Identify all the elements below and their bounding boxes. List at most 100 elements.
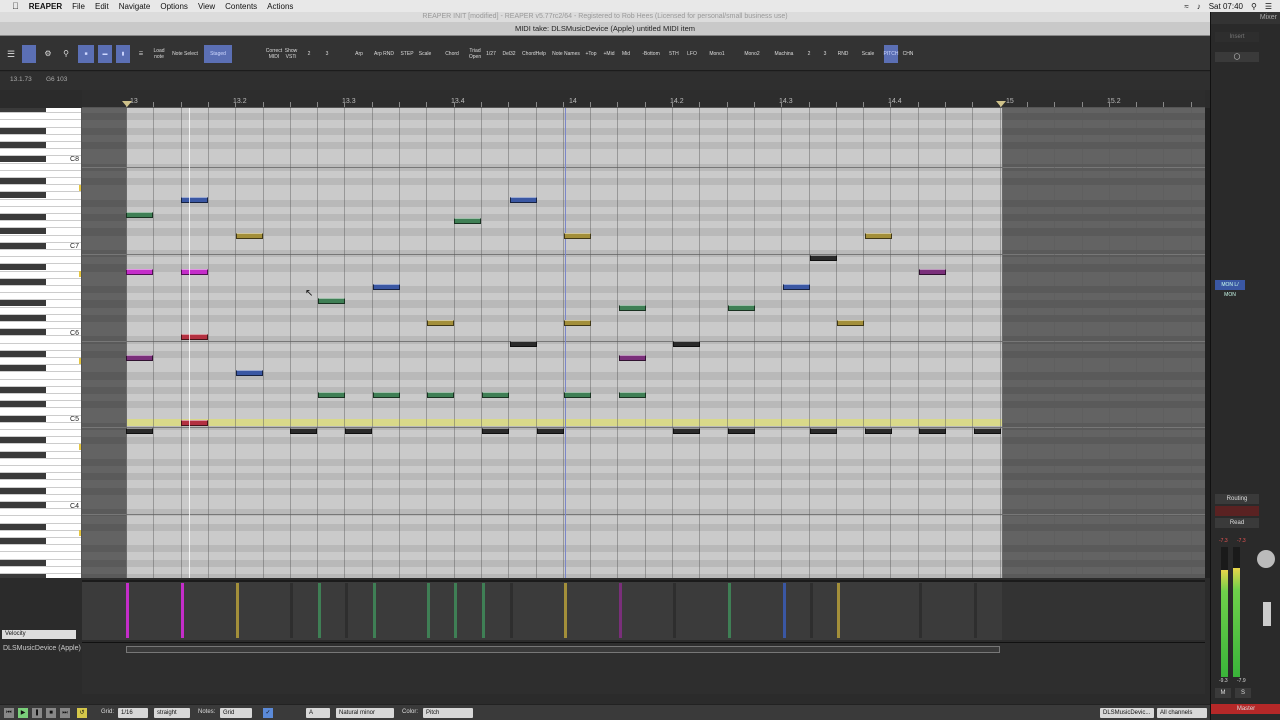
piano-key[interactable] <box>0 120 81 128</box>
piano-roll-grid[interactable]: ↖ <box>82 108 1205 578</box>
piano-black-key[interactable] <box>0 473 46 480</box>
velocity-lane[interactable] <box>82 580 1205 640</box>
piano-key[interactable] <box>0 480 81 488</box>
piano-black-key[interactable] <box>0 451 46 458</box>
toolbar-button-23[interactable]: Mono2 <box>740 45 764 63</box>
midi-note[interactable] <box>974 428 1001 434</box>
piano-key[interactable] <box>0 286 81 294</box>
toolbar-button-17[interactable]: +Mid <box>602 45 616 63</box>
velocity-bar[interactable] <box>837 583 840 638</box>
velocity-bar[interactable] <box>919 583 922 638</box>
piano-black-key[interactable] <box>0 502 46 508</box>
midi-note[interactable] <box>290 428 317 434</box>
toolbar-button-18[interactable]: Mid <box>620 45 632 63</box>
velocity-bar[interactable] <box>290 583 293 638</box>
piano-key[interactable] <box>0 344 81 351</box>
piano-black-key[interactable] <box>0 228 46 235</box>
mute-button[interactable]: M <box>1215 688 1231 698</box>
menu-list-icon[interactable]: ☰ <box>1265 2 1272 11</box>
piano-key[interactable] <box>0 423 81 430</box>
select-tool-icon[interactable]: ▬ <box>98 45 112 63</box>
menu-icon[interactable]: ☰ <box>4 45 18 63</box>
velocity-bar[interactable] <box>181 583 184 638</box>
key-snap-checkbox[interactable]: ✓ <box>263 708 273 718</box>
piano-key[interactable] <box>0 531 81 538</box>
velocity-bar[interactable] <box>373 583 376 638</box>
piano-key[interactable] <box>0 372 81 380</box>
loop-start-marker[interactable] <box>122 101 132 107</box>
midi-note[interactable] <box>564 392 591 398</box>
toolbar-button-28[interactable]: Scale <box>860 45 876 63</box>
piano-black-key[interactable] <box>0 487 46 494</box>
piano-black-key[interactable] <box>0 365 46 372</box>
toolbar-button-8[interactable]: STEP <box>400 45 414 63</box>
midi-note[interactable] <box>564 320 591 326</box>
track-name[interactable]: DLSMusicDevice (Apple) <box>3 645 81 652</box>
piano-key[interactable] <box>0 459 81 466</box>
piano-key[interactable] <box>0 221 81 229</box>
midi-note[interactable] <box>427 392 454 398</box>
midi-note[interactable] <box>865 233 892 239</box>
routing-button[interactable]: Routing <box>1215 494 1259 504</box>
toolbar-button-21[interactable]: LFO <box>686 45 698 63</box>
piano-black-key[interactable] <box>0 127 46 134</box>
piano-key[interactable] <box>0 185 81 193</box>
midi-note[interactable] <box>728 305 755 311</box>
velocity-bar[interactable] <box>236 583 239 638</box>
piano-key[interactable] <box>0 236 81 243</box>
midi-note[interactable] <box>427 320 454 326</box>
piano-key[interactable] <box>0 380 81 387</box>
piano-black-key[interactable] <box>0 538 46 544</box>
midi-note[interactable] <box>126 355 153 361</box>
toolbar-button-26[interactable]: 3 <box>820 45 830 63</box>
volume-fader[interactable] <box>1263 602 1271 626</box>
record-arm-button[interactable] <box>1215 506 1259 516</box>
piano-key[interactable] <box>0 164 81 171</box>
pause-icon[interactable]: ❚ <box>32 708 42 718</box>
volume-icon[interactable]: ♪ <box>1197 2 1201 11</box>
menu-view[interactable]: View <box>198 2 215 11</box>
midi-note[interactable] <box>373 284 400 290</box>
piano-black-key[interactable] <box>0 314 46 321</box>
timeline-ruler[interactable]: 13 13.2 13.3 13.4 14 14.2 14.3 14.4 15 15.2 <box>82 90 1205 108</box>
piano-key[interactable] <box>0 552 81 560</box>
fx-button[interactable]: ◯ <box>1215 52 1259 62</box>
piano-key[interactable] <box>0 394 81 402</box>
midi-note[interactable] <box>619 355 646 361</box>
midi-note[interactable] <box>181 197 208 203</box>
midi-note[interactable] <box>564 233 591 239</box>
piano-keyboard[interactable]: C8 C7 C6 C5 C4 <box>0 108 82 578</box>
notes-select[interactable]: Grid <box>220 708 252 718</box>
toolbar-button-16[interactable]: +Top <box>584 45 598 63</box>
toolbar-button-14[interactable]: ChordHelp <box>522 45 546 63</box>
piano-black-key[interactable] <box>0 108 46 112</box>
midi-note[interactable] <box>510 197 537 203</box>
velocity-bar[interactable] <box>564 583 567 638</box>
velocity-bar[interactable] <box>482 583 485 638</box>
velocity-bar[interactable] <box>728 583 731 638</box>
toolbar-button-20[interactable]: 5TH <box>668 45 680 63</box>
piano-key[interactable] <box>0 545 81 553</box>
piano-black-key[interactable] <box>0 264 46 271</box>
menu-edit[interactable]: Edit <box>95 2 109 11</box>
note-tool-icon[interactable]: ■ <box>78 45 94 63</box>
gear-icon[interactable]: ⚙ <box>42 45 54 63</box>
midi-note[interactable] <box>783 284 810 290</box>
insert-button[interactable]: Insert <box>1215 32 1259 42</box>
midi-note[interactable] <box>865 428 892 434</box>
scale-select[interactable]: Natural minor <box>336 708 394 718</box>
piano-black-key[interactable] <box>0 178 46 184</box>
velocity-bar[interactable] <box>454 583 457 638</box>
stop-icon[interactable]: ■ <box>46 708 56 718</box>
midi-note[interactable] <box>919 428 946 434</box>
piano-key[interactable] <box>0 516 81 524</box>
toolbar-button-19[interactable]: -Bottom <box>640 45 662 63</box>
master-track-label[interactable]: Master <box>1211 704 1280 714</box>
velocity-bar[interactable] <box>126 583 129 638</box>
toolbar-button-1[interactable]: Staged <box>204 45 232 63</box>
piano-black-key[interactable] <box>0 415 46 422</box>
search-icon[interactable]: ⚲ <box>1251 2 1257 11</box>
midi-note[interactable] <box>318 298 345 304</box>
midi-note[interactable] <box>181 334 208 340</box>
midi-note[interactable] <box>482 392 509 398</box>
